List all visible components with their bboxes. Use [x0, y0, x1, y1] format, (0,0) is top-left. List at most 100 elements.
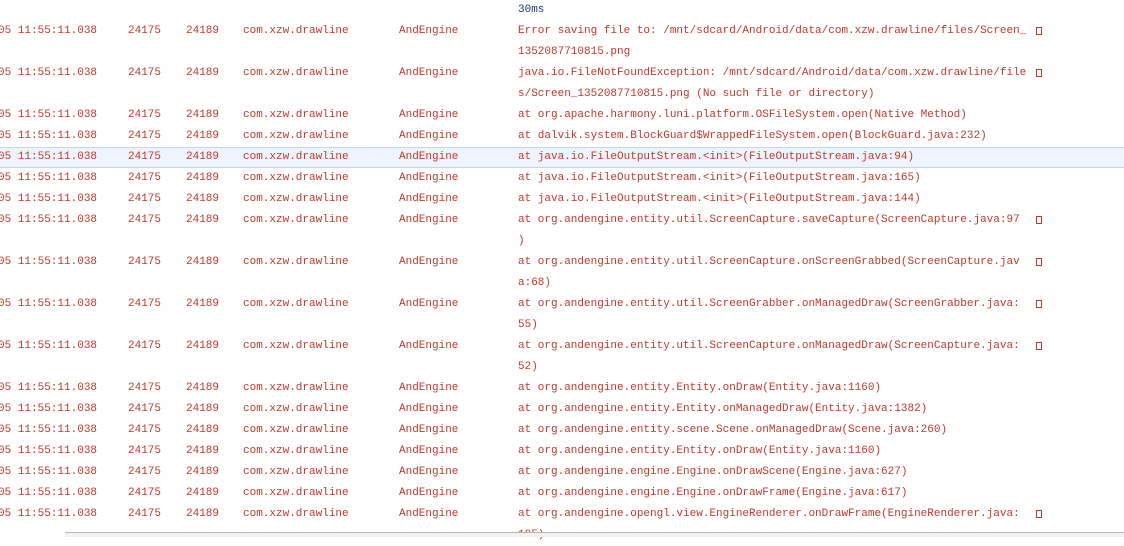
log-tid: 24189 [186, 109, 220, 121]
log-message: at org.andengine.entity.Entity.onDraw(En… [518, 445, 882, 457]
log-message: at java.io.FileOutputStream.<init>(FileO… [518, 172, 921, 184]
log-pid: 24175 [128, 382, 162, 394]
log-row[interactable]: 05 11:55:11.038 24175 24189 com.xzw.drawlin… [0, 126, 1124, 147]
log-time: 05 11:55:11.038 [0, 508, 98, 520]
log-row[interactable]: 05 11:55:11.038 24175 24189 com.xzw.drawlin… [0, 336, 1124, 357]
log-continuation-row[interactable]: 30ms [0, 0, 1124, 21]
log-message: 52) [518, 361, 538, 373]
log-row[interactable]: 05 11:55:11.038 24175 24189 com.xzw.drawlin… [0, 441, 1124, 462]
log-pid: 24175 [128, 214, 162, 226]
log-message: s/Screen_1352087710815.png (No such file… [518, 88, 875, 100]
log-row[interactable]: 05 11:55:11.038 24175 24189 com.xzw.drawlin… [0, 168, 1124, 189]
log-message: at org.andengine.entity.util.ScreenCaptu… [518, 214, 1020, 226]
log-message: ) [518, 235, 525, 247]
log-message: at org.andengine.engine.Engine.onDrawFra… [518, 487, 908, 499]
log-pid: 24175 [128, 172, 162, 184]
log-message: at org.andengine.engine.Engine.onDrawSce… [518, 466, 908, 478]
log-tag: AndEngine [399, 340, 459, 352]
log-tag: AndEngine [399, 382, 459, 394]
log-time: 05 11:55:11.038 [0, 487, 98, 499]
log-time: 05 11:55:11.038 [0, 193, 98, 205]
log-row-wrapped-line[interactable]: 1352087710815.png [0, 42, 1124, 63]
log-row[interactable]: 05 11:55:11.038 24175 24189 com.xzw.drawlin… [0, 189, 1124, 210]
line-wrap-icon [1036, 69, 1042, 77]
log-time: 05 11:55:11.038 [0, 25, 98, 37]
log-row[interactable]: 05 11:55:11.038 24175 24189 com.xzw.drawlin… [0, 294, 1124, 315]
log-time: 05 11:55:11.038 [0, 382, 98, 394]
log-message: at org.andengine.entity.Entity.onManaged… [518, 403, 928, 415]
log-tid: 24189 [186, 445, 220, 457]
log-row[interactable]: 05 11:55:11.038 24175 24189 com.xzw.drawlin… [0, 21, 1124, 42]
log-message: at org.andengine.opengl.view.EngineRende… [518, 508, 1020, 520]
log-message: at org.andengine.entity.util.ScreenCaptu… [518, 256, 1020, 268]
log-tid: 24189 [186, 130, 220, 142]
log-pid: 24175 [128, 130, 162, 142]
log-tid: 24189 [186, 424, 220, 436]
log-app: com.xzw.drawline [243, 256, 349, 268]
log-app: com.xzw.drawline [243, 151, 349, 163]
log-time: 05 11:55:11.038 [0, 214, 98, 226]
log-app: com.xzw.drawline [243, 109, 349, 121]
log-tid: 24189 [186, 298, 220, 310]
log-tag: AndEngine [399, 298, 459, 310]
log-tid: 24189 [186, 508, 220, 520]
line-wrap-icon [1036, 510, 1042, 518]
log-tid: 24189 [186, 214, 220, 226]
log-pid: 24175 [128, 340, 162, 352]
log-row[interactable]: 05 11:55:11.038 24175 24189 com.xzw.drawlin… [0, 105, 1124, 126]
log-row[interactable]: 05 11:55:11.038 24175 24189 com.xzw.drawlin… [0, 147, 1124, 168]
log-time: 05 11:55:11.038 [0, 466, 98, 478]
log-pid: 24175 [128, 256, 162, 268]
log-tid: 24189 [186, 403, 220, 415]
log-app: com.xzw.drawline [243, 214, 349, 226]
log-tag: AndEngine [399, 424, 459, 436]
log-pid: 24175 [128, 508, 162, 520]
log-pid: 24175 [128, 487, 162, 499]
log-row-wrapped-line[interactable]: s/Screen_1352087710815.png (No such file… [0, 84, 1124, 105]
log-tid: 24189 [186, 256, 220, 268]
log-message: at dalvik.system.BlockGuard$WrappedFileS… [518, 130, 987, 142]
log-time: 05 11:55:11.038 [0, 403, 98, 415]
log-row-wrapped-line[interactable]: a:68) [0, 273, 1124, 294]
log-row[interactable]: 05 11:55:11.038 24175 24189 com.xzw.drawlin… [0, 420, 1124, 441]
log-message: at org.andengine.entity.scene.Scene.onMa… [518, 424, 948, 436]
log-tag: AndEngine [399, 67, 459, 79]
log-tid: 24189 [186, 382, 220, 394]
log-pid: 24175 [128, 193, 162, 205]
horizontal-scrollbar[interactable] [65, 532, 1124, 537]
log-app: com.xzw.drawline [243, 25, 349, 37]
line-wrap-icon [1036, 27, 1042, 35]
log-row[interactable]: 05 11:55:11.038 24175 24189 com.xzw.drawlin… [0, 399, 1124, 420]
log-tag: AndEngine [399, 151, 459, 163]
log-pid: 24175 [128, 445, 162, 457]
log-row-wrapped-line[interactable]: 55) [0, 315, 1124, 336]
log-app: com.xzw.drawline [243, 298, 349, 310]
log-tid: 24189 [186, 67, 220, 79]
log-tag: AndEngine [399, 130, 459, 142]
log-message: 55) [518, 319, 538, 331]
log-message: at org.andengine.entity.util.ScreenCaptu… [518, 340, 1020, 352]
log-time: 05 11:55:11.038 [0, 172, 98, 184]
log-row-wrapped-line[interactable]: ) [0, 231, 1124, 252]
log-tag: AndEngine [399, 403, 459, 415]
log-app: com.xzw.drawline [243, 382, 349, 394]
log-app: com.xzw.drawline [243, 424, 349, 436]
line-wrap-icon [1036, 258, 1042, 266]
log-pid: 24175 [128, 151, 162, 163]
log-row[interactable]: 05 11:55:11.038 24175 24189 com.xzw.drawlin… [0, 504, 1124, 525]
log-row[interactable]: 05 11:55:11.038 24175 24189 com.xzw.drawlin… [0, 210, 1124, 231]
log-row[interactable]: 05 11:55:11.038 24175 24189 com.xzw.drawlin… [0, 63, 1124, 84]
log-time: 05 11:55:11.038 [0, 109, 98, 121]
log-row[interactable]: 05 11:55:11.038 24175 24189 com.xzw.drawlin… [0, 378, 1124, 399]
log-app: com.xzw.drawline [243, 130, 349, 142]
log-app: com.xzw.drawline [243, 508, 349, 520]
log-app: com.xzw.drawline [243, 172, 349, 184]
log-tid: 24189 [186, 151, 220, 163]
log-row[interactable]: 05 11:55:11.038 24175 24189 com.xzw.drawlin… [0, 483, 1124, 504]
log-time: 05 11:55:11.038 [0, 256, 98, 268]
log-time: 05 11:55:11.038 [0, 340, 98, 352]
log-row[interactable]: 05 11:55:11.038 24175 24189 com.xzw.drawlin… [0, 462, 1124, 483]
log-pid: 24175 [128, 109, 162, 121]
log-row-wrapped-line[interactable]: 52) [0, 357, 1124, 378]
log-row[interactable]: 05 11:55:11.038 24175 24189 com.xzw.drawlin… [0, 252, 1124, 273]
